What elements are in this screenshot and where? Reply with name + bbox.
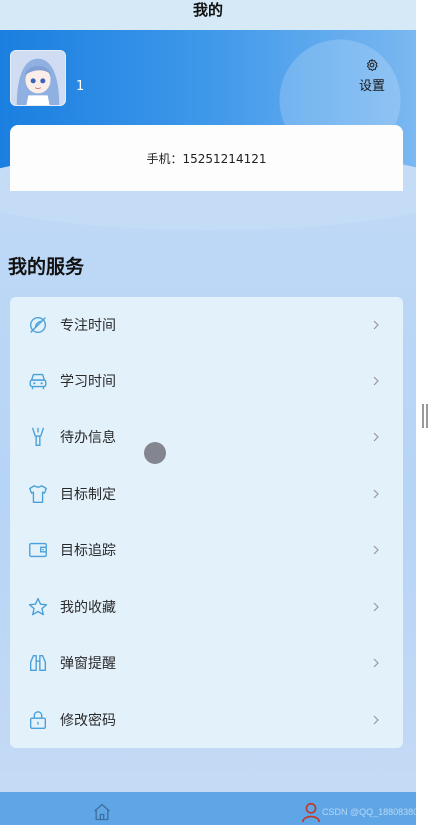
title-bar: 我的 — [0, 0, 416, 30]
binoculars-icon — [27, 652, 49, 674]
menu-item-study-time[interactable]: 学习时间 — [10, 353, 403, 409]
lock-icon — [27, 709, 49, 731]
user-name: 1 — [76, 79, 85, 94]
leaf-icon — [27, 314, 49, 336]
menu-item-label: 修改密码 — [60, 713, 116, 729]
chevron-right-icon — [373, 602, 379, 612]
menu-item-label: 待办信息 — [60, 430, 116, 446]
menu-item-label: 弹窗提醒 — [60, 656, 116, 672]
scrollbar-handle[interactable] — [422, 404, 428, 428]
shirt-icon — [27, 483, 49, 505]
menu-item-focus-time[interactable]: 专注时间 — [10, 297, 403, 353]
chevron-right-icon — [373, 489, 379, 499]
settings-button[interactable]: 设置 — [352, 58, 392, 94]
chevron-right-icon — [373, 715, 379, 725]
menu-item-label: 我的收藏 — [60, 600, 116, 616]
menu-item-goal-track[interactable]: 目标追踪 — [10, 522, 403, 578]
menu-item-label: 目标制定 — [60, 487, 116, 503]
brush-icon — [27, 426, 49, 448]
home-icon[interactable] — [92, 802, 112, 822]
phone-card: 手机：15251214121 — [10, 125, 403, 191]
watermark: CSDN @QQ_188083800 — [322, 807, 416, 817]
menu-item-label: 专注时间 — [60, 318, 116, 334]
menu-item-popup-reminder[interactable]: 弹窗提醒 — [10, 635, 403, 691]
chevron-right-icon — [373, 545, 379, 555]
touch-cursor — [144, 442, 166, 464]
gear-icon — [366, 58, 378, 72]
page-title: 我的 — [192, 1, 223, 19]
phone-number: 手机：15251214121 — [146, 152, 267, 166]
chevron-right-icon — [373, 432, 379, 442]
menu-item-favorites[interactable]: 我的收藏 — [10, 579, 403, 635]
services-menu: 专注时间 学习时间 待办信息 目标制定 目标追踪 我的收藏 弹窗提醒 修改密码 — [10, 297, 403, 748]
menu-item-label: 学习时间 — [60, 374, 116, 390]
chevron-right-icon — [373, 658, 379, 668]
car-icon — [27, 370, 49, 392]
chevron-right-icon — [373, 376, 379, 386]
chevron-right-icon — [373, 320, 379, 330]
app-screen: 我的 1 设置 手机：15251214121 我的服务 专注时间 学习时间 待办… — [0, 0, 416, 825]
wallet-icon — [27, 539, 49, 561]
avatar-image — [11, 51, 65, 105]
user-icon[interactable] — [300, 801, 322, 823]
menu-item-todo[interactable]: 待办信息 — [10, 409, 403, 465]
services-title: 我的服务 — [8, 256, 85, 278]
menu-item-goal-set[interactable]: 目标制定 — [10, 466, 403, 522]
menu-item-change-password[interactable]: 修改密码 — [10, 692, 403, 748]
avatar[interactable] — [10, 50, 66, 106]
star-icon — [27, 596, 49, 618]
settings-label: 设置 — [358, 79, 385, 94]
menu-item-label: 目标追踪 — [60, 543, 116, 559]
